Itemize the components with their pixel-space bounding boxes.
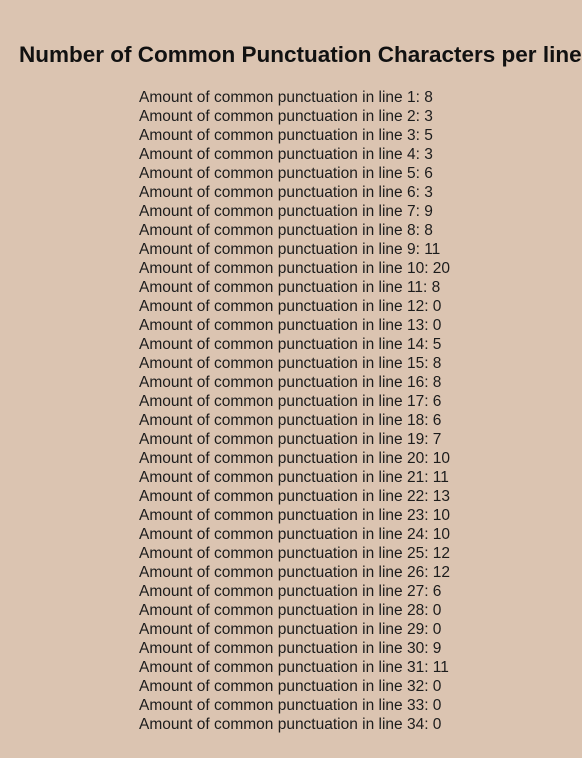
list-item: Amount of common punctuation in line 21:… [139,469,449,486]
list-item: Amount of common punctuation in line 14:… [139,336,442,353]
list-item: Amount of common punctuation in line 10:… [139,260,451,277]
punctuation-count-list: Amount of common punctuation in line 1: … [139,88,450,734]
list-item: Amount of common punctuation in line 11:… [139,279,441,296]
list-item: Amount of common punctuation in line 19:… [139,431,442,448]
list-item: Amount of common punctuation in line 16:… [139,374,442,391]
list-item: Amount of common punctuation in line 29:… [139,621,442,638]
list-item: Amount of common punctuation in line 15:… [139,355,442,372]
list-item: Amount of common punctuation in line 33:… [139,697,442,714]
list-item: Amount of common punctuation in line 7: … [139,203,433,220]
list-item: Amount of common punctuation in line 30:… [139,640,442,657]
list-item: Amount of common punctuation in line 25:… [139,545,451,562]
list-item: Amount of common punctuation in line 22:… [139,488,451,505]
list-item: Amount of common punctuation in line 34:… [139,716,442,733]
list-item: Amount of common punctuation in line 18:… [139,412,442,429]
list-item: Amount of common punctuation in line 20:… [139,450,451,467]
list-item: Amount of common punctuation in line 31:… [139,659,449,676]
list-item: Amount of common punctuation in line 6: … [139,184,433,201]
list-item: Amount of common punctuation in line 32:… [139,678,442,695]
list-item: Amount of common punctuation in line 1: … [139,89,433,106]
list-item: Amount of common punctuation in line 5: … [139,165,433,182]
list-item: Amount of common punctuation in line 2: … [139,108,433,125]
list-item: Amount of common punctuation in line 8: … [139,222,433,239]
list-item: Amount of common punctuation in line 27:… [139,583,442,600]
list-item: Amount of common punctuation in line 9: … [139,241,441,258]
page-title: Number of Common Punctuation Characters … [19,42,582,67]
list-item: Amount of common punctuation in line 23:… [139,507,451,524]
list-item: Amount of common punctuation in line 12:… [139,298,442,315]
list-item: Amount of common punctuation in line 13:… [139,317,442,334]
list-item: Amount of common punctuation in line 4: … [139,146,433,163]
list-item: Amount of common punctuation in line 28:… [139,602,442,619]
list-item: Amount of common punctuation in line 17:… [139,393,442,410]
list-item: Amount of common punctuation in line 26:… [139,564,451,581]
list-item: Amount of common punctuation in line 3: … [139,127,433,144]
list-item: Amount of common punctuation in line 24:… [139,526,451,543]
